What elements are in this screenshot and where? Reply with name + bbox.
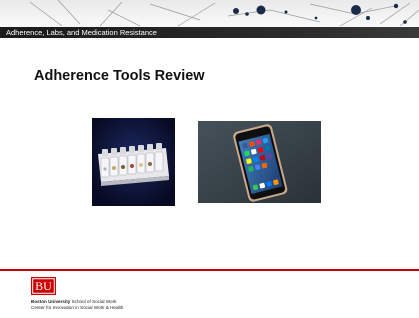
slide-title: Adherence Tools Review <box>34 68 205 84</box>
header-banner: Adherence, Labs, and Medication Resistan… <box>0 0 419 38</box>
footer-university: Boston University <box>31 299 71 304</box>
footer-center-line: Center for Innovation in Social Work & H… <box>31 305 124 310</box>
footer-divider <box>0 269 419 271</box>
section-header-bar: Adherence, Labs, and Medication Resistan… <box>0 27 419 38</box>
section-title: Adherence, Labs, and Medication Resistan… <box>6 28 157 37</box>
bu-logo: BU <box>31 277 56 295</box>
footer-school: School of Social Work <box>70 299 117 304</box>
footer-school-line: Boston University School of Social Work <box>31 299 116 304</box>
pill-organizer-photo <box>92 118 175 206</box>
smartphone-photo <box>198 121 321 203</box>
